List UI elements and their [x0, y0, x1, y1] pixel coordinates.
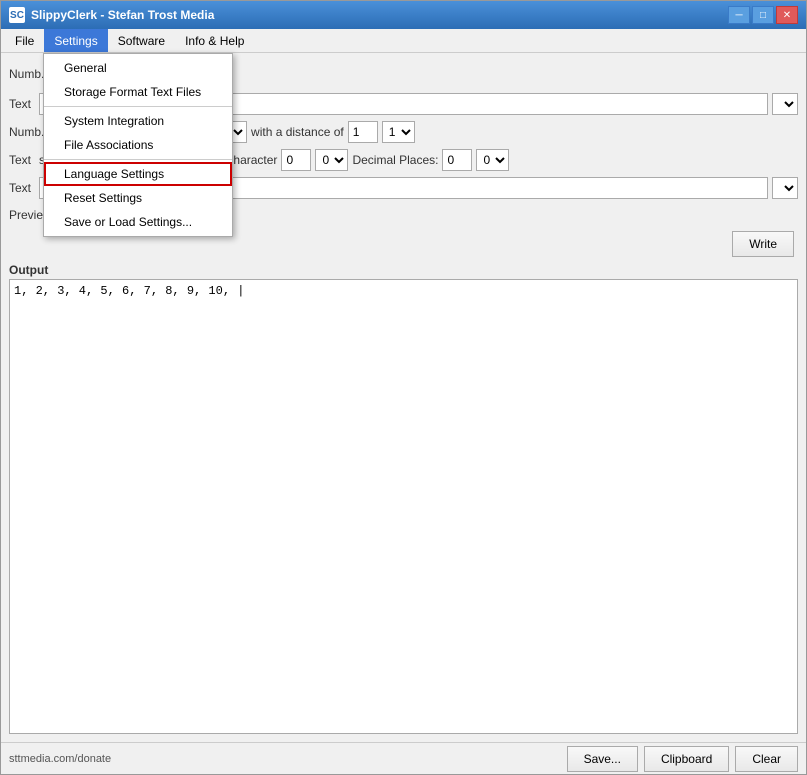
dropdown-separator-2 [44, 159, 232, 160]
dropdown-language-settings[interactable]: Language Settings [44, 162, 232, 186]
output-label: Output [9, 263, 798, 277]
output-section: Output 1, 2, 3, 4, 5, 6, 7, 8, 9, 10, | [9, 263, 798, 734]
dropdown-separator-1 [44, 106, 232, 107]
title-bar-controls: ─ □ ✕ [728, 6, 798, 24]
text-row2-select[interactable] [772, 177, 798, 199]
menu-info[interactable]: Info & Help [175, 29, 254, 52]
output-textarea[interactable]: 1, 2, 3, 4, 5, 6, 7, 8, 9, 10, | [9, 279, 798, 734]
dropdown-file-associations[interactable]: File Associations [44, 133, 232, 157]
main-window: SC SlippyClerk - Stefan Trost Media ─ □ … [0, 0, 807, 775]
app-icon: SC [9, 7, 25, 23]
write-button[interactable]: Write [732, 231, 794, 257]
distance-input[interactable] [348, 121, 378, 143]
replace-char-input[interactable] [281, 149, 311, 171]
menu-bar: File Settings Software Info & Help [1, 29, 806, 53]
title-bar: SC SlippyClerk - Stefan Trost Media ─ □ … [1, 1, 806, 29]
dropdown-storage-format[interactable]: Storage Format Text Files [44, 80, 232, 104]
status-bar: sttmedia.com/donate Save... Clipboard Cl… [1, 742, 806, 774]
window-title: SlippyClerk - Stefan Trost Media [31, 8, 214, 22]
dropdown-reset-settings[interactable]: Reset Settings [44, 186, 232, 210]
dropdown-general[interactable]: General [44, 56, 232, 80]
donate-url: sttmedia.com/donate [9, 753, 111, 765]
decimal-places-select[interactable]: 0 [476, 149, 509, 171]
replace-char-select[interactable]: 0 [315, 149, 348, 171]
distance-label: with a distance of [251, 125, 344, 139]
dropdown-save-or-load[interactable]: Save or Load Settings... [44, 210, 232, 234]
title-bar-left: SC SlippyClerk - Stefan Trost Media [9, 7, 214, 23]
text-row2-label: Text [9, 181, 31, 195]
menu-file[interactable]: File [5, 29, 44, 52]
restore-button[interactable]: □ [752, 6, 774, 24]
decimal-places-label: Decimal Places: [352, 153, 438, 167]
close-button[interactable]: ✕ [776, 6, 798, 24]
distance-select[interactable]: 1 [382, 121, 415, 143]
save-button[interactable]: Save... [567, 746, 638, 772]
clipboard-button[interactable]: Clipboard [644, 746, 729, 772]
dropdown-system-integration[interactable]: System Integration [44, 109, 232, 133]
menu-settings[interactable]: Settings [44, 29, 107, 52]
menu-software[interactable]: Software [108, 29, 175, 52]
clear-button[interactable]: Clear [735, 746, 798, 772]
minimize-button[interactable]: ─ [728, 6, 750, 24]
settings-dropdown: General Storage Format Text Files System… [43, 53, 233, 237]
replace-label: Text [9, 153, 31, 167]
text-before-select[interactable] [772, 93, 798, 115]
text-before-label: Text [9, 97, 31, 111]
status-buttons: Save... Clipboard Clear [567, 746, 798, 772]
decimal-places-input[interactable] [442, 149, 472, 171]
